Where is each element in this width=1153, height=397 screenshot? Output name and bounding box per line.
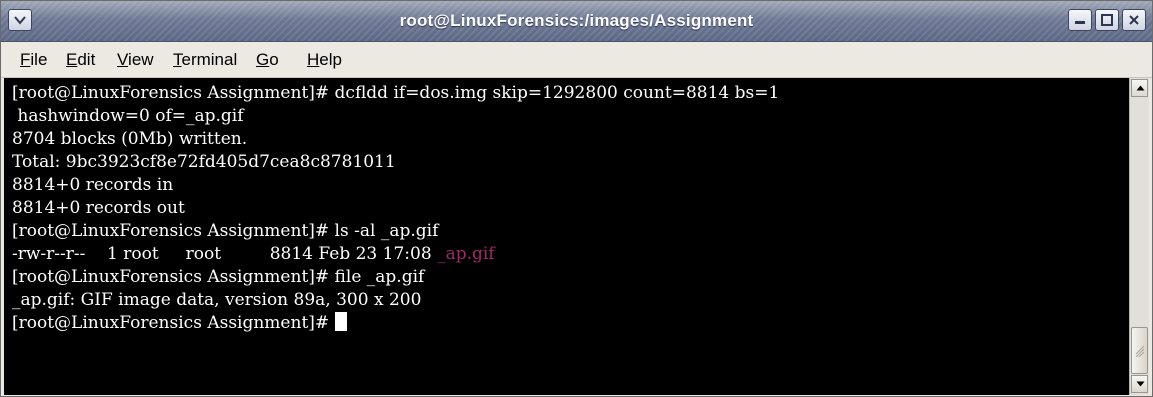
terminal-line: 8814+0 records out: [12, 198, 185, 218]
scroll-thumb[interactable]: [1131, 327, 1148, 374]
terminal-line: [root@LinuxForensics Assignment]# ls -al…: [12, 221, 439, 241]
ls-output-filename: _ap.gif: [437, 244, 495, 264]
scroll-grip-icon: [1135, 345, 1145, 357]
minimize-button[interactable]: [1068, 9, 1092, 31]
menu-help[interactable]: Help: [307, 50, 342, 70]
menu-view[interactable]: View: [117, 50, 154, 70]
menu-edit[interactable]: Edit: [66, 50, 95, 70]
maximize-icon: [1101, 14, 1113, 26]
menu-file[interactable]: File: [20, 50, 47, 70]
scroll-down-button[interactable]: [1131, 375, 1148, 393]
terminal-line: 8704 blocks (0Mb) written.: [12, 129, 248, 149]
terminal-line: 8814+0 records in: [12, 175, 174, 195]
minimize-icon: [1075, 21, 1085, 24]
scroll-up-button[interactable]: [1131, 79, 1148, 97]
menu-go[interactable]: Go: [256, 50, 279, 70]
menu-bar: File Edit View Terminal Go Help: [1, 42, 1152, 78]
terminal-line-ls-output: -rw-r--r-- 1 root root 8814 Feb 23 17:08…: [12, 243, 495, 266]
menu-go-label: o: [269, 50, 279, 69]
menu-terminal-label: erminal: [181, 50, 238, 69]
close-button[interactable]: [1122, 9, 1146, 31]
menu-terminal-accel: T: [173, 50, 182, 69]
prompt-text: [root@LinuxForensics Assignment]#: [12, 313, 335, 333]
menu-edit-label: dit: [77, 50, 96, 69]
menu-help-accel: H: [307, 50, 320, 69]
terminal-line: Total: 9bc3923cf8e72fd405d7cea8c8781011: [12, 152, 396, 172]
terminal-prompt-line: [root@LinuxForensics Assignment]#: [12, 312, 347, 335]
terminal-output[interactable]: [root@LinuxForensics Assignment]# dcfldd…: [4, 78, 1130, 395]
ls-output-text: -rw-r--r-- 1 root root 8814 Feb 23 17:08: [12, 244, 438, 264]
scroll-down-arrow-icon: [1136, 381, 1145, 387]
menu-file-accel: F: [20, 50, 31, 69]
menu-help-label: elp: [319, 50, 342, 69]
close-icon: [1129, 15, 1139, 25]
text-cursor: [334, 312, 347, 331]
menu-view-accel: V: [117, 50, 129, 69]
terminal-window: root@LinuxForensics:/images/Assignment F…: [0, 0, 1153, 397]
terminal-line: [root@LinuxForensics Assignment]# file _…: [12, 267, 425, 287]
menu-file-label: ile: [30, 50, 48, 69]
terminal-line: _ap.gif: GIF image data, version 89a, 30…: [12, 290, 422, 310]
vertical-scrollbar[interactable]: [1129, 78, 1149, 395]
terminal-line: [root@LinuxForensics Assignment]# dcfldd…: [12, 83, 780, 103]
menu-edit-accel: E: [66, 50, 78, 69]
maximize-button[interactable]: [1095, 9, 1119, 31]
menu-view-label: iew: [128, 50, 154, 69]
title-bar[interactable]: root@LinuxForensics:/images/Assignment: [1, 1, 1152, 42]
menu-go-accel: G: [256, 50, 270, 69]
menu-terminal[interactable]: Terminal: [173, 50, 237, 70]
scroll-up-arrow-icon: [1136, 85, 1145, 91]
window-title: root@LinuxForensics:/images/Assignment: [399, 11, 754, 30]
terminal-line: hashwindow=0 of=_ap.gif: [12, 106, 244, 126]
